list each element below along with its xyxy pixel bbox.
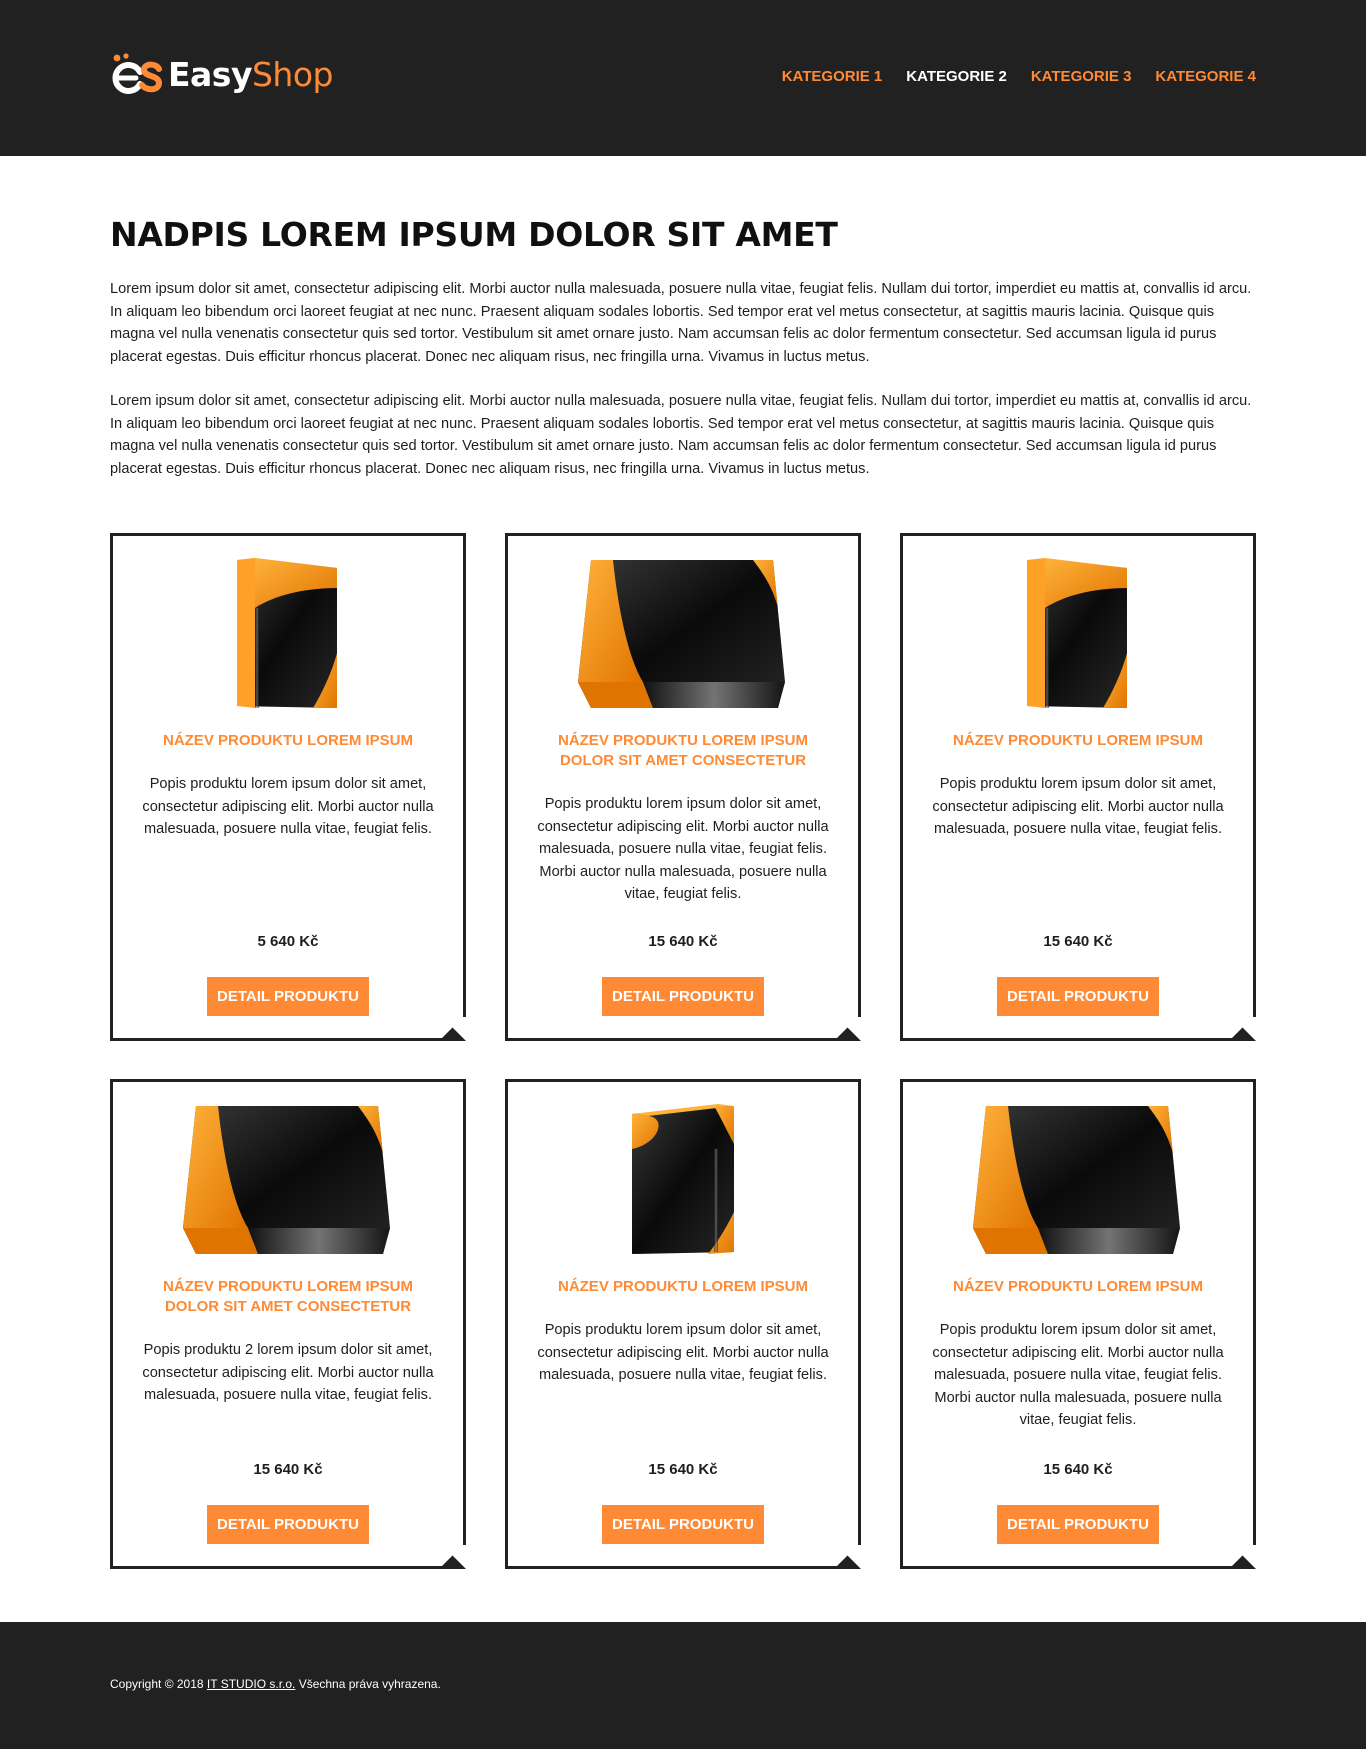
card-corner-fold bbox=[837, 1017, 861, 1041]
wide-box-icon bbox=[973, 1106, 1180, 1254]
product-card: NÁZEV PRODUKTU LOREM IPSUM Popis produkt… bbox=[505, 1079, 861, 1569]
product-price: 15 640 Kč bbox=[1043, 1461, 1113, 1478]
detail-product-button[interactable]: DETAIL PRODUKTU bbox=[602, 977, 764, 1016]
logo-text-shop: Shop bbox=[251, 55, 334, 94]
tall-box-icon bbox=[1027, 558, 1127, 708]
detail-product-button[interactable]: DETAIL PRODUKTU bbox=[602, 1505, 764, 1544]
product-description: Popis produktu lorem ipsum dolor sit ame… bbox=[537, 1322, 829, 1383]
product-price: 15 640 Kč bbox=[1043, 933, 1113, 950]
wide-box-icon bbox=[578, 560, 785, 708]
detail-product-button[interactable]: DETAIL PRODUKTU bbox=[207, 1505, 369, 1544]
product-card: NÁZEV PRODUKTU LOREM IPSUM Popis produkt… bbox=[900, 1079, 1256, 1569]
nav-item-kategorie-2[interactable]: KATEGORIE 2 bbox=[906, 66, 1007, 88]
card-corner-fold bbox=[837, 1545, 861, 1569]
product-card: NÁZEV PRODUKTU LOREM IPSUM DOLOR SIT AME… bbox=[505, 533, 861, 1041]
logo-text: EasyShop bbox=[168, 52, 333, 98]
detail-product-button[interactable]: DETAIL PRODUKTU bbox=[997, 1505, 1159, 1544]
product-title[interactable]: NÁZEV PRODUKTU LOREM IPSUM bbox=[933, 1277, 1223, 1297]
product-description: Popis produktu lorem ipsum dolor sit ame… bbox=[142, 776, 434, 837]
product-grid: NÁZEV PRODUKTU LOREM IPSUM Popis produkt… bbox=[110, 533, 1256, 1569]
logo-text-easy: Easy bbox=[168, 55, 252, 94]
copyright-text: Copyright © 2018 IT STUDIO s.r.o. Všechn… bbox=[110, 1677, 441, 1691]
nav-item-kategorie-3[interactable]: KATEGORIE 3 bbox=[1031, 66, 1132, 88]
nav-item-kategorie-4[interactable]: KATEGORIE 4 bbox=[1155, 66, 1256, 88]
site-footer: Copyright © 2018 IT STUDIO s.r.o. Všechn… bbox=[0, 1622, 1366, 1749]
product-card: NÁZEV PRODUKTU LOREM IPSUM DOLOR SIT AME… bbox=[110, 1079, 466, 1569]
product-description: Popis produktu lorem ipsum dolor sit ame… bbox=[932, 1322, 1224, 1428]
product-price: 15 640 Kč bbox=[648, 933, 718, 950]
product-title[interactable]: NÁZEV PRODUKTU LOREM IPSUM DOLOR SIT AME… bbox=[143, 1277, 433, 1317]
nav-item-kategorie-1[interactable]: KATEGORIE 1 bbox=[782, 66, 883, 88]
site-header: EasyShop KATEGORIE 1 KATEGORIE 2 KATEGOR… bbox=[0, 0, 1366, 156]
company-link[interactable]: IT STUDIO s.r.o. bbox=[207, 1677, 295, 1691]
product-title[interactable]: NÁZEV PRODUKTU LOREM IPSUM bbox=[143, 731, 433, 751]
product-price: 15 640 Kč bbox=[648, 1461, 718, 1478]
product-description: Popis produktu lorem ipsum dolor sit ame… bbox=[932, 776, 1224, 837]
product-price: 15 640 Kč bbox=[253, 1461, 323, 1478]
product-card: NÁZEV PRODUKTU LOREM IPSUM Popis produkt… bbox=[900, 533, 1256, 1041]
product-title[interactable]: NÁZEV PRODUKTU LOREM IPSUM DOLOR SIT AME… bbox=[538, 731, 828, 771]
product-price: 5 640 Kč bbox=[257, 933, 319, 950]
main-nav: KATEGORIE 1 KATEGORIE 2 KATEGORIE 3 KATE… bbox=[782, 66, 1256, 88]
product-card: NÁZEV PRODUKTU LOREM IPSUM Popis produkt… bbox=[110, 533, 466, 1041]
card-corner-fold bbox=[442, 1545, 466, 1569]
copyright-prefix: Copyright © 2018 bbox=[110, 1677, 207, 1691]
tall-box-icon bbox=[632, 1104, 734, 1254]
intro-paragraph-1: Lorem ipsum dolor sit amet, consectetur … bbox=[110, 281, 1252, 365]
easyshop-logo-icon bbox=[112, 53, 162, 94]
detail-product-button[interactable]: DETAIL PRODUKTU bbox=[207, 977, 369, 1016]
intro-paragraph-2: Lorem ipsum dolor sit amet, consectetur … bbox=[110, 393, 1252, 477]
detail-product-button[interactable]: DETAIL PRODUKTU bbox=[997, 977, 1159, 1016]
product-title[interactable]: NÁZEV PRODUKTU LOREM IPSUM bbox=[538, 1277, 828, 1297]
card-corner-fold bbox=[442, 1017, 466, 1041]
product-description: Popis produktu 2 lorem ipsum dolor sit a… bbox=[142, 1342, 434, 1403]
page-title: NADPIS LOREM IPSUM DOLOR SIT AMET bbox=[110, 215, 838, 254]
tall-box-icon bbox=[237, 558, 337, 708]
product-title[interactable]: NÁZEV PRODUKTU LOREM IPSUM bbox=[933, 731, 1223, 751]
card-corner-fold bbox=[1232, 1017, 1256, 1041]
main-content: NADPIS LOREM IPSUM DOLOR SIT AMET Lorem … bbox=[110, 156, 1256, 480]
wide-box-icon bbox=[183, 1106, 390, 1254]
site-logo[interactable]: EasyShop bbox=[110, 52, 333, 98]
card-corner-fold bbox=[1232, 1545, 1256, 1569]
copyright-suffix: Všechna práva vyhrazena. bbox=[295, 1677, 441, 1691]
product-description: Popis produktu lorem ipsum dolor sit ame… bbox=[537, 796, 829, 902]
